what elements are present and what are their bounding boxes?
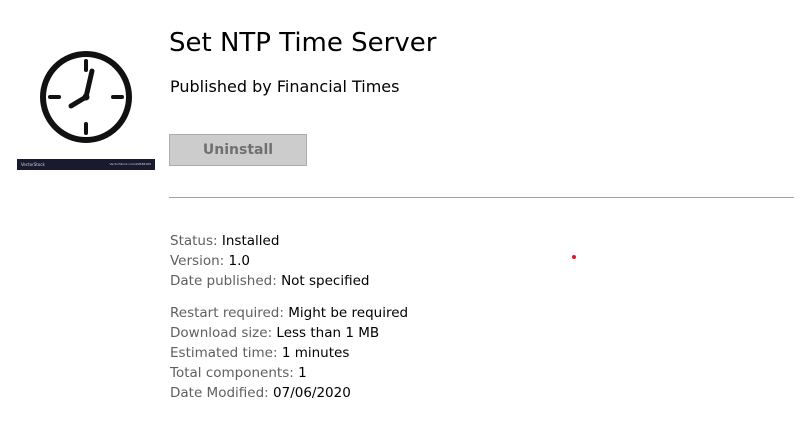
detail-row-download-size: Download size: Less than 1 MB [170, 323, 408, 343]
uninstall-button[interactable]: Uninstall [169, 134, 307, 166]
detail-value: Might be required [288, 305, 409, 321]
detail-label: Date Modified: [170, 385, 269, 401]
detail-row-date-published: Date published: Not specified [170, 271, 369, 291]
detail-row-estimated-time: Estimated time: 1 minutes [170, 343, 408, 363]
app-icon: VectorStock VectorStock.com/20588189 [17, 28, 155, 170]
detail-label: Date published: [170, 273, 277, 289]
detail-value: 1.0 [228, 253, 250, 269]
detail-row-total-components: Total components: 1 [170, 363, 408, 383]
detail-value: 1 minutes [281, 345, 350, 361]
detail-row-date-modified: Date Modified: 07/06/2020 [170, 383, 408, 403]
app-title: Set NTP Time Server [169, 28, 437, 58]
detail-row-version: Version: 1.0 [170, 251, 369, 271]
detail-label: Total components: [170, 365, 294, 381]
details-install-group: Restart required: Might be required Down… [170, 303, 408, 403]
detail-row-status: Status: Installed [170, 231, 369, 251]
detail-value: Not specified [281, 273, 370, 289]
detail-value: Installed [221, 233, 280, 249]
watermark-id: VectorStock.com/20588189 [109, 162, 151, 166]
detail-label: Download size: [170, 325, 273, 341]
watermark-brand: VectorStock [21, 162, 45, 167]
detail-label: Restart required: [170, 305, 284, 321]
details-status-group: Status: Installed Version: 1.0 Date publ… [170, 231, 369, 291]
divider [169, 197, 794, 198]
detail-value: 1 [298, 365, 307, 381]
detail-label: Status: [170, 233, 218, 249]
detail-label: Estimated time: [170, 345, 278, 361]
app-publisher: Published by Financial Times [170, 77, 400, 96]
icon-watermark-strip: VectorStock VectorStock.com/20588189 [17, 159, 155, 170]
clock-icon [40, 51, 132, 143]
detail-row-restart-required: Restart required: Might be required [170, 303, 408, 323]
pointer-dot [572, 255, 576, 259]
detail-label: Version: [170, 253, 225, 269]
detail-value: 07/06/2020 [273, 385, 351, 401]
detail-value: Less than 1 MB [276, 325, 380, 341]
